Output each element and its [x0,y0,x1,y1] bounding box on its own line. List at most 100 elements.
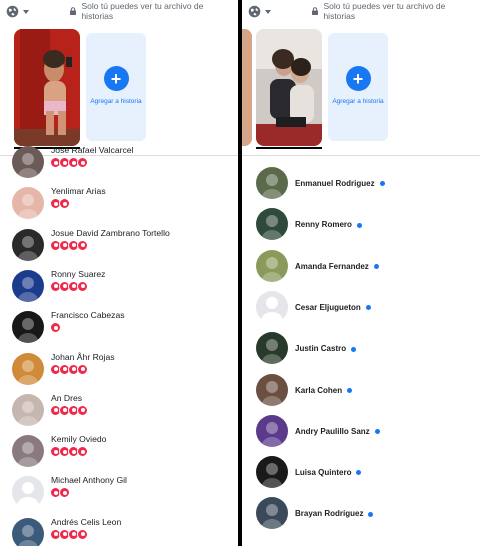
avatar[interactable] [256,332,288,365]
viewer-name: Jose Rafael Valcarcel [51,145,134,155]
unseen-dot-icon [351,346,357,352]
heart-icon [77,363,88,375]
privacy-text: Solo tú puedes ver tu archivo de histori… [323,1,446,21]
unseen-dot-icon [356,222,362,228]
story-archive: + Agregar a historia [242,22,480,152]
reaction-hearts [50,280,88,292]
add-to-story-card[interactable]: + Agregar a historia [328,33,388,141]
unseen-dot-icon [356,470,362,476]
lock-icon [69,7,77,15]
avatar[interactable] [256,208,288,241]
viewer-row[interactable]: Renny Romero [242,208,480,249]
viewer-name: Ronny Suarez [51,268,106,279]
viewer-row[interactable]: Enmanuel Rodriguez [242,167,480,208]
avatar[interactable] [256,290,288,323]
screen: Solo tú puedes ver tu archivo de histori… [0,0,480,546]
viewer-row[interactable]: Michael Anthony Gil [0,472,238,513]
viewer-row[interactable]: Justin Castro [242,332,480,373]
avatar[interactable] [256,456,288,489]
viewer-row[interactable]: An Dres [0,390,238,431]
unseen-dot-icon [373,263,379,269]
avatar[interactable] [256,373,288,406]
unseen-dot-icon [365,305,371,311]
heart-icon [77,157,88,168]
heart-icon [77,239,88,251]
unseen-dot-icon [374,429,380,435]
reaction-hearts [50,404,88,416]
viewer-name: Josue David Zambrano Tortello [51,227,170,238]
viewer-row[interactable]: Amanda Fernandez [242,249,480,291]
globe-icon[interactable] [248,3,263,19]
unseen-dot-icon [347,387,353,393]
viewer-row[interactable]: Brayan Rodríguez [242,497,480,538]
avatar[interactable] [12,435,44,468]
chevron-down-icon[interactable] [23,10,30,14]
plus-icon: + [103,66,129,91]
reaction-hearts [50,487,70,499]
heart-icon [77,280,88,292]
right-story-viewers-panel: Solo tú puedes ver tu archivo de histori… [242,0,480,546]
viewer-name-text: Brayan Rodríguez [295,509,364,519]
viewer-name: Renny Romero [295,220,362,229]
heart-icon [77,446,88,458]
viewer-row[interactable]: Jose Rafael Valcarcel [0,142,238,183]
avatar[interactable] [12,146,44,178]
viewer-name: An Dres [51,392,83,403]
viewer-name: Johan Åhr Rojas [51,351,115,362]
viewer-row[interactable]: Andry Paulillo Sanz [242,414,480,456]
viewer-name: Yenlimar Arias [51,186,106,197]
heart-icon [59,487,70,499]
viewer-row[interactable]: Luisa Quintero [242,456,480,497]
story-thumbnail-previous[interactable] [242,29,252,146]
viewer-name: Amanda Fernandez [295,262,379,271]
avatar[interactable] [12,187,44,220]
divider [242,155,480,156]
unseen-dot-icon [379,181,385,187]
viewer-name: Kemily Oviedo [51,434,107,445]
viewer-name: Andrés Celis Leon [51,516,122,527]
privacy-bar: Solo tú puedes ver tu archivo de histori… [242,0,480,22]
avatar[interactable] [12,393,44,426]
viewer-name: Justin Castro [295,344,357,353]
heart-icon [59,198,70,210]
reaction-hearts [50,239,88,251]
viewer-row[interactable]: Josue David Zambrano Tortello [0,225,238,266]
viewer-name: Cesar Eljugueton [295,303,371,312]
selected-story-indicator [256,147,322,149]
heart-icon [77,404,88,416]
viewer-name: Enmanuel Rodriguez [295,179,385,188]
viewer-list: Jose Rafael Valcarcel Yenlimar Arias Josue… [0,145,238,546]
avatar[interactable] [256,497,288,530]
viewer-name-text: Andry Paulillo Sanz [295,426,370,436]
globe-icon[interactable] [6,3,21,19]
avatar[interactable] [12,228,44,261]
viewer-name-text: Luisa Quintero [295,468,352,478]
viewer-list: Enmanuel Rodriguez Renny Romero Amanda Fer… [242,157,480,546]
add-to-story-card[interactable]: + Agregar a historia [86,33,146,141]
avatar[interactable] [12,476,44,509]
viewer-row[interactable]: Francisco Cabezas [0,307,238,348]
add-story-label: Agregar a historia [90,98,142,105]
viewer-row[interactable]: Kemily Oviedo [0,431,238,472]
avatar[interactable] [12,269,44,302]
story-thumbnail[interactable] [14,29,80,146]
avatar[interactable] [256,414,288,447]
chevron-down-icon[interactable] [265,10,272,14]
avatar[interactable] [12,352,44,385]
viewer-name-text: Amanda Fernandez [295,261,369,271]
reaction-hearts [50,528,88,540]
avatar[interactable] [256,167,288,199]
viewer-row[interactable]: Johan Åhr Rojas [0,349,238,390]
avatar[interactable] [256,249,288,282]
viewer-row[interactable]: Karla Cohen [242,373,480,415]
avatar[interactable] [12,311,44,344]
plus-icon: + [345,66,371,91]
viewer-name-text: Karla Cohen [295,385,343,395]
unseen-dot-icon [368,511,374,517]
story-thumbnail[interactable] [256,29,322,146]
viewer-row[interactable]: Cesar Eljugueton [242,290,480,332]
avatar[interactable] [12,517,44,546]
viewer-row[interactable]: Yenlimar Arias [0,183,238,224]
viewer-row[interactable]: Andrés Celis Leon [0,514,238,546]
viewer-row[interactable]: Ronny Suarez [0,266,238,307]
